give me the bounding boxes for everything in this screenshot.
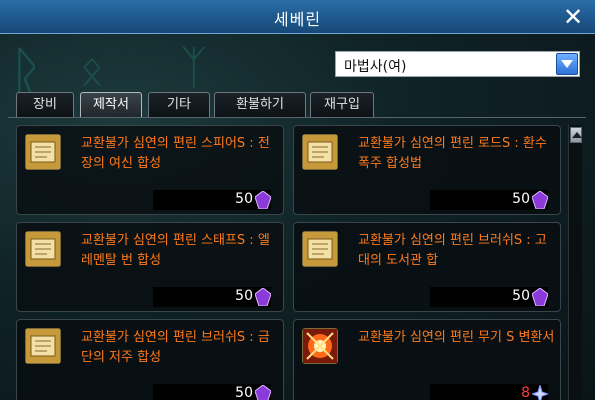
scroll-icon <box>25 231 61 267</box>
price-field: 8 <box>430 384 548 400</box>
item-price: 50 <box>512 288 530 304</box>
price-field: 50 <box>430 287 548 307</box>
shop-item[interactable]: 교환불가 심연의 편린 스태프S : 엘레멘탈 번 합성 50 <box>16 222 284 312</box>
title-bar[interactable]: 세베린 ✕ <box>0 0 595 34</box>
shop-item[interactable]: 교환불가 심연의 편린 스피어S : 전장의 여신 합성 50 <box>16 125 284 215</box>
price-field: 50 <box>153 190 271 210</box>
item-name: 교환불가 심연의 편린 로드S : 환수폭주 합성법 <box>358 136 547 171</box>
item-name: 교환불가 심연의 편린 스태프S : 엘레멘탈 번 합성 <box>81 233 270 268</box>
background-glyph-icon: ᛉ <box>180 40 208 94</box>
item-name: 교환불가 심연의 편린 스피어S : 전장의 여신 합성 <box>81 136 270 171</box>
shop-item[interactable]: 교환불가 심연의 편린 브러쉬S : 금단의 저주 합성 50 <box>16 319 284 400</box>
purple-gem-icon <box>255 288 271 306</box>
window-title: 세베린 <box>273 10 322 29</box>
item-price: 8 <box>521 385 530 400</box>
item-name: 교환불가 심연의 편린 브러쉬S : 고대의 도서관 합 <box>358 233 547 268</box>
chevron-down-icon[interactable] <box>556 53 578 75</box>
item-name: 교환불가 심연의 편린 무기 S 변환서 <box>358 330 555 345</box>
price-field: 50 <box>153 384 271 400</box>
tab-equipment[interactable]: 장비 <box>16 92 74 118</box>
tab-refund[interactable]: 환불하기 <box>214 92 306 118</box>
background-glyph-icon: ᛟ <box>80 48 104 94</box>
purple-gem-icon <box>532 191 548 209</box>
price-field: 50 <box>153 287 271 307</box>
purple-gem-icon <box>532 288 548 306</box>
scroll-icon <box>302 134 338 170</box>
purple-gem-icon <box>255 191 271 209</box>
tab-rebuy[interactable]: 재구입 <box>310 92 374 118</box>
tab-divider <box>8 117 586 118</box>
class-filter-select[interactable]: 마법사(여) <box>335 51 580 77</box>
shop-item[interactable]: 교환불가 심연의 편린 브러쉬S : 고대의 도서관 합 50 <box>293 222 561 312</box>
weapon-convert-icon <box>302 328 338 364</box>
item-price: 50 <box>512 191 530 207</box>
tab-recipes[interactable]: 제작서 <box>80 92 142 118</box>
item-price: 50 <box>235 191 253 207</box>
scrollbar[interactable] <box>568 125 582 400</box>
shop-window: ᚱ ᛟ ᛉ 세베린 ✕ 마법사(여) 장비 제작서 기타 환불하기 재구입 교환… <box>0 0 595 400</box>
tab-other[interactable]: 기타 <box>148 92 210 118</box>
scroll-icon <box>25 328 61 364</box>
price-field: 50 <box>430 190 548 210</box>
class-filter-value: 마법사(여) <box>344 59 407 75</box>
purple-gem-icon <box>255 385 271 400</box>
scroll-icon <box>25 134 61 170</box>
spark-gem-icon <box>532 385 548 400</box>
item-price: 50 <box>235 288 253 304</box>
scroll-icon <box>302 231 338 267</box>
close-icon[interactable]: ✕ <box>559 3 587 31</box>
shop-item[interactable]: 교환불가 심연의 편린 로드S : 환수폭주 합성법 50 <box>293 125 561 215</box>
item-price: 50 <box>235 385 253 400</box>
shop-item[interactable]: 교환불가 심연의 편린 무기 S 변환서 8 <box>293 319 561 400</box>
item-name: 교환불가 심연의 편린 브러쉬S : 금단의 저주 합성 <box>81 330 270 365</box>
item-grid: 교환불가 심연의 편린 스피어S : 전장의 여신 합성 50 교환불가 심연의… <box>16 125 561 400</box>
scroll-up-button[interactable] <box>570 127 582 143</box>
